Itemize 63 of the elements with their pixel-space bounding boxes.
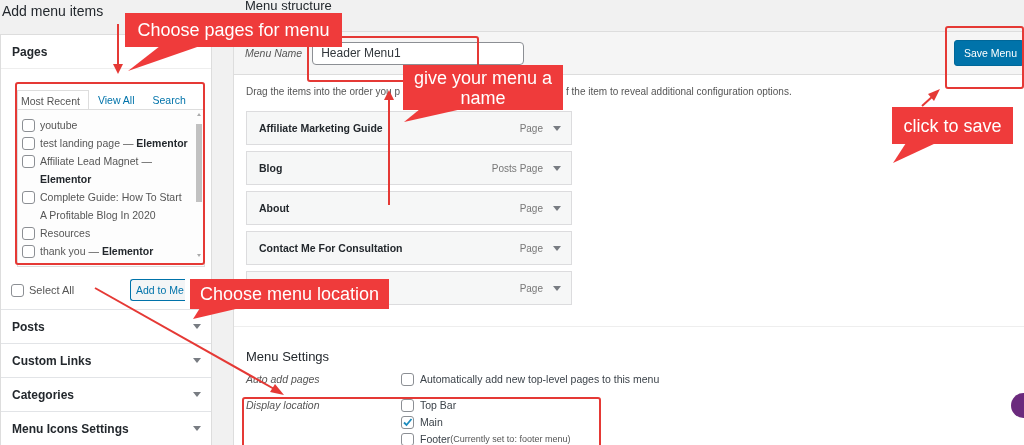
setting-label: Display location (246, 398, 321, 413)
accordion-header[interactable]: Posts (1, 310, 211, 343)
instruction-text: f the item to reveal additional configuration options. (566, 86, 792, 99)
checkbox-label: Automatically add new top-level pages to this menu (420, 372, 660, 387)
page-label: Affiliate Lead Magnet — Elementor (40, 154, 153, 187)
caret-icon (193, 426, 201, 431)
checkbox[interactable] (22, 245, 35, 258)
item-type-label: Page (519, 282, 543, 294)
field-label: Menu Name (245, 47, 303, 59)
arrow (921, 89, 940, 107)
page-label: Resources (40, 226, 91, 241)
checkbox[interactable] (22, 227, 35, 240)
caret-icon (553, 165, 561, 171)
page-label: Complete Guide: How To Start A Profitable Blog In 2020 (40, 190, 183, 223)
checkbox[interactable] (11, 283, 24, 297)
scrollbar[interactable] (195, 112, 203, 258)
page-label: thank you — Elementor (40, 244, 154, 259)
save-menu-button[interactable]: Save Menu (953, 40, 1024, 66)
item-type-label: Page (519, 202, 543, 214)
annotation-tooltip: click to save (892, 107, 1013, 163)
accordion-header[interactable]: Categories (1, 378, 211, 411)
checkbox-label: Main (420, 415, 443, 430)
caret-icon (193, 392, 201, 397)
item-type-label: Page (519, 122, 543, 134)
checkbox[interactable] (22, 191, 35, 204)
caret-icon (553, 205, 561, 211)
note-text: (Currently set to: footer menu) (450, 433, 571, 445)
panel-heading: Add menu items (2, 2, 104, 20)
annotation-tooltip: give your menu a name (403, 65, 563, 122)
annotation-tooltip: Choose menu location (190, 279, 389, 319)
caret-icon (193, 324, 201, 329)
accordion-header[interactable]: Custom Links (1, 344, 211, 377)
checkbox[interactable] (22, 155, 35, 168)
add-to-menu-button[interactable]: Add to Me (130, 279, 185, 301)
section-heading: Menu Settings (246, 349, 331, 366)
arrow (113, 23, 123, 74)
page-label: test landing page — Elementor (40, 136, 188, 151)
accordion-header[interactable]: Menu Icons Settings (1, 412, 211, 445)
caret-icon (553, 245, 561, 251)
item-type-label: Page (519, 242, 543, 254)
checkbox-label: Select All (29, 284, 75, 296)
menu-item[interactable]: About Page (246, 191, 572, 225)
item-type-label: Posts Page (491, 162, 543, 174)
panel-heading: Menu structure (245, 0, 332, 12)
checkbox[interactable] (22, 137, 35, 150)
checkbox[interactable] (401, 399, 414, 412)
caret-icon (553, 285, 561, 291)
tab[interactable]: View All (88, 89, 144, 109)
menu-name-field[interactable]: Header Menu1 (312, 41, 525, 65)
menu-item[interactable]: Blog Posts Page (246, 151, 572, 185)
checkbox[interactable] (401, 373, 414, 386)
tab[interactable]: Search (143, 89, 195, 109)
caret-icon (193, 358, 201, 363)
caret-icon (553, 125, 561, 131)
checkbox[interactable] (401, 416, 414, 429)
page-label: youtube (40, 118, 78, 133)
checkbox-label: Top Bar (420, 398, 457, 413)
menu-item[interactable]: Contact Me For Consultation Page (246, 231, 572, 265)
checkbox-label: Footer (420, 432, 451, 445)
checkbox[interactable] (22, 119, 35, 132)
tab[interactable]: Most Recent (17, 90, 89, 110)
checkbox[interactable] (401, 433, 414, 445)
menu-item[interactable]: Affiliate Marketing Guide Page (246, 111, 572, 145)
